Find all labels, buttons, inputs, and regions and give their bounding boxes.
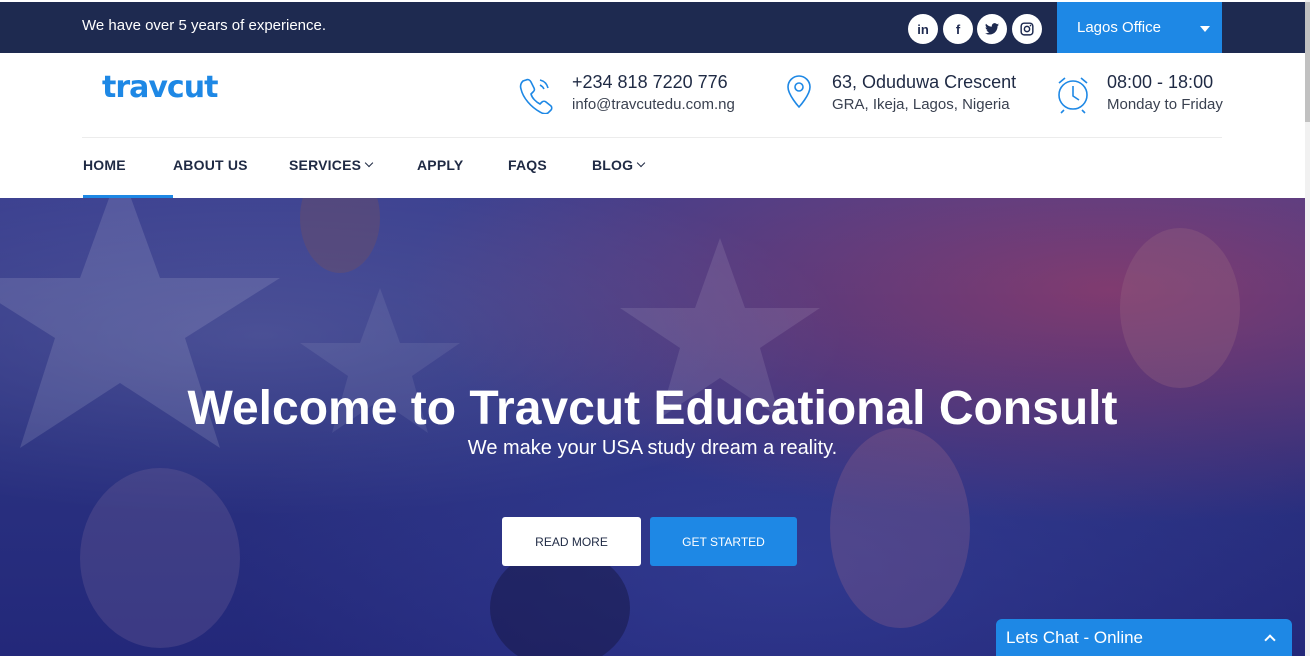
nav-services[interactable]: SERVICES	[289, 157, 374, 173]
hero-subtitle: We make your USA study dream a reality.	[467, 437, 838, 459]
scrollbar-thumb[interactable]	[1305, 2, 1310, 122]
hero-banner: Welcome to Travcut Educational Consult W…	[0, 198, 1305, 656]
phone-icon	[518, 74, 554, 119]
caret-down-icon	[1200, 26, 1210, 32]
address-line-1: 63, Oduduwa Crescent	[832, 72, 1017, 92]
hours-time: 08:00 - 18:00	[1107, 72, 1214, 92]
hero-title: Welcome to Travcut Educational Consult	[187, 382, 1118, 435]
header-divider	[82, 137, 1222, 138]
alarm-clock-icon	[1055, 74, 1091, 119]
location-pin-icon	[786, 74, 812, 115]
address-line-2: GRA, Ikeja, Lagos, Nigeria	[832, 96, 1010, 113]
nav-faqs[interactable]: FAQS	[508, 157, 547, 173]
logo[interactable]: travcut	[102, 70, 218, 105]
nav-home[interactable]: HOME	[83, 157, 126, 173]
page-scrollbar[interactable]	[1305, 0, 1310, 656]
chat-label: Lets Chat - Online	[1006, 628, 1144, 647]
nav-apply[interactable]: APPLY	[417, 157, 463, 173]
email-address[interactable]: info@travcutedu.com.ng	[572, 96, 735, 113]
phone-number[interactable]: +234 818 7220 776	[572, 72, 728, 93]
nav-blog[interactable]: BLOG	[592, 157, 646, 173]
office-select-value: Lagos Office	[1077, 19, 1161, 36]
nav-about-us[interactable]: ABOUT US	[173, 157, 248, 173]
chat-widget[interactable]: Lets Chat - Online	[996, 619, 1292, 656]
tagline: We have over 5 years of experience.	[82, 17, 327, 34]
chevron-down-icon	[637, 158, 646, 168]
get-started-button[interactable]: GET STARTED	[650, 517, 797, 566]
twitter-icon[interactable]	[977, 14, 1007, 44]
linkedin-icon[interactable]: in	[908, 14, 938, 44]
chevron-up-icon[interactable]	[1264, 634, 1276, 646]
facebook-icon[interactable]: f	[943, 14, 973, 44]
hours-days: Monday to Friday	[1107, 96, 1223, 113]
office-select[interactable]: Lagos Office	[1057, 2, 1222, 53]
read-more-button[interactable]: READ MORE	[502, 517, 641, 566]
chevron-down-icon	[364, 158, 374, 168]
instagram-icon[interactable]	[1012, 14, 1042, 44]
